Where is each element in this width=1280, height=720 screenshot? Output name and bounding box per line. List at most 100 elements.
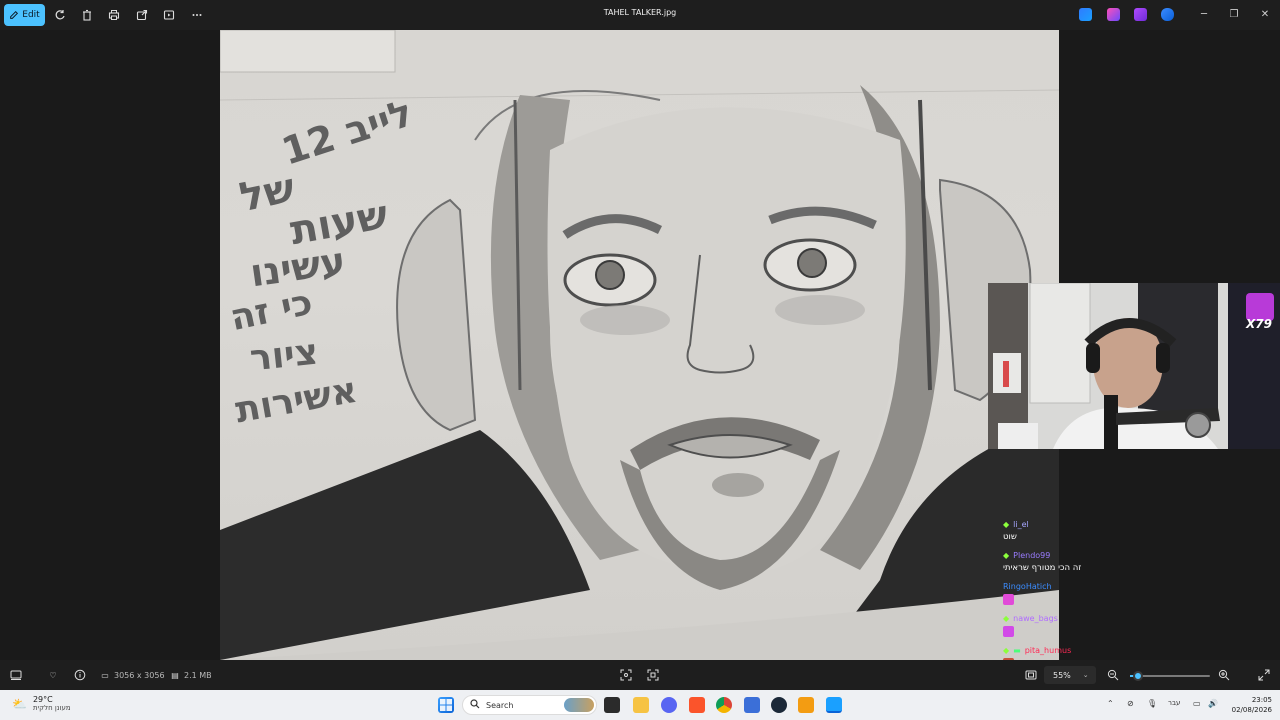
chat-emote-row [1003,593,1123,606]
pencil-portrait-drawing: לייב 12 של שעות עשינו כי זה ציור אשירות [220,30,1059,660]
zoom-out-button[interactable] [1107,668,1119,682]
chat-message: RingoHatich [1003,580,1123,593]
chat-username: li_el [1013,520,1029,529]
steam-icon[interactable] [771,697,787,713]
fit-screen-icon [1025,669,1037,681]
chat-username: nawe_bags [1013,614,1058,623]
zoom-in-icon [1218,669,1230,681]
badge-icon: ◆ [1003,520,1010,529]
chevron-down-icon: ⌄ [1082,671,1089,679]
visual-search-button[interactable] [647,668,659,682]
file-info-button[interactable] [74,668,86,682]
start-button[interactable] [438,697,454,713]
task-view-icon[interactable] [604,697,620,713]
clock-time: 23:05 [1251,696,1272,704]
filmstrip-icon [10,669,22,681]
designer-app-icon[interactable] [1079,8,1092,21]
webcam-badge: X79 [1246,317,1272,331]
zoom-value: 55% [1053,670,1071,680]
language-indicator[interactable]: עבר [1168,699,1180,707]
windows-taskbar: ⛅ 29°C מעונן חלקית Search ⌃ ⊘ 🎙 עבר ▭ 🔊 … [0,690,1280,720]
webcam-overlay: X79 [988,283,1280,449]
taskbar-search-box[interactable]: Search [462,695,597,715]
image-dimensions: ▭ 3056 x 3056 [100,668,164,682]
search-icon [470,699,480,711]
chrome-icon[interactable] [716,697,732,713]
chat-message: ◆ ▬ pita_humus [1003,644,1123,657]
rotate-icon[interactable] [52,7,68,23]
chat-message: ◆ nawe_bags [1003,612,1123,625]
edit-label: Edit [22,10,40,20]
creator-app-icon[interactable] [1134,8,1147,21]
window-title: TAHEL TALKER.jpg [603,8,677,17]
chat-message: ◆ li_el [1003,518,1123,531]
edit-button[interactable]: Edit [4,4,45,26]
app-icon[interactable] [798,697,814,713]
zoom-in-button[interactable] [1218,668,1230,682]
zoom-dropdown[interactable]: 55% ⌄ [1044,666,1096,684]
slideshow-icon[interactable] [161,7,177,23]
emote-icon [1003,594,1014,605]
title-bar: Edit TAHEL TALKER.jpg ─ ❐ ✕ [0,0,1280,30]
chat-username: pita_humus [1024,646,1072,655]
app-icon[interactable] [744,697,760,713]
badge-icon: ◆ [1003,646,1010,655]
webcam-feed [988,283,1280,449]
brave-browser-icon[interactable] [689,697,705,713]
zoom-slider-thumb[interactable] [1133,671,1143,681]
image-canvas[interactable]: לייב 12 של שעות עשינו כי זה ציור אשירות [0,30,1280,669]
system-clock[interactable]: 23:05 02/08/2026 [1222,695,1272,715]
print-icon[interactable] [106,7,122,23]
chat-message: ◆ Plendo99 [1003,549,1123,562]
weather-temperature: 29°C [32,695,53,704]
network-icon[interactable]: ⊘ [1127,699,1134,708]
drawing-hebrew-text-6: ציור [248,331,321,380]
photos-app-window: Edit TAHEL TALKER.jpg ─ ❐ ✕ לייב 12 של ש… [0,0,1280,690]
badge-icon: ◆ [1003,614,1010,623]
clipchamp-app-icon[interactable] [1107,8,1120,21]
favorite-button[interactable]: ♡ [47,668,59,682]
delete-icon[interactable] [79,7,95,23]
expand-icon [1258,669,1270,681]
more-icon[interactable] [189,7,205,23]
chat-username: Plendo99 [1013,551,1051,560]
minimize-icon[interactable]: ─ [1196,7,1212,23]
weather-widget[interactable]: ⛅ 29°C מעונן חלקית [12,695,71,712]
restore-icon[interactable]: ❐ [1226,7,1242,23]
search-highlight-image [564,698,594,712]
fit-window-icon [620,669,632,681]
filmstrip-toggle[interactable] [10,668,22,682]
photos-app-icon[interactable] [826,697,842,713]
edit-icon [10,10,19,19]
fullscreen-button[interactable] [1258,668,1270,682]
chat-text: זה הכי מטורף שראיתי [1003,563,1082,573]
show-hidden-icons-chevron-up-icon[interactable]: ⌃ [1107,699,1114,708]
stream-chat: ◆ li_el שוט ◆ Plendo99 זה הכי מטורף שראי… [1003,518,1123,670]
fullscreen-fit-button[interactable] [1025,668,1037,682]
dimensions-icon: ▭ [101,670,109,680]
file-size-icon: ▤ [171,670,179,680]
heart-icon: ♡ [49,670,57,680]
bottom-toolbar: ♡ ▭ 3056 x 3056 ▤ 2.1 MB 55% ⌄ [0,660,1280,690]
close-icon[interactable]: ✕ [1257,7,1273,23]
zoom-out-icon [1107,669,1119,681]
microphone-icon[interactable]: 🎙 [1147,699,1157,708]
info-icon [74,669,86,681]
windows-logo-icon [440,699,452,711]
discord-icon[interactable] [661,697,677,713]
file-explorer-icon[interactable] [633,697,649,713]
clock-date: 02/08/2026 [1231,706,1272,714]
zoom-slider[interactable] [1130,671,1210,681]
chat-emote-row [1003,625,1123,638]
badge-icon: ◆ [1003,551,1010,560]
fit-to-window-button[interactable] [620,668,632,682]
file-size: ▤ 2.1 MB [170,668,212,682]
chat-text: שוט [1003,532,1017,542]
onedrive-status-icon[interactable] [1161,8,1174,21]
share-icon[interactable] [134,7,150,23]
display-icon[interactable]: ▭ [1193,699,1201,708]
volume-icon[interactable]: 🔊 [1208,699,1218,708]
file-size-text: 2.1 MB [184,670,212,680]
scan-icon [647,669,659,681]
weather-description: מעונן חלקית [32,704,71,712]
